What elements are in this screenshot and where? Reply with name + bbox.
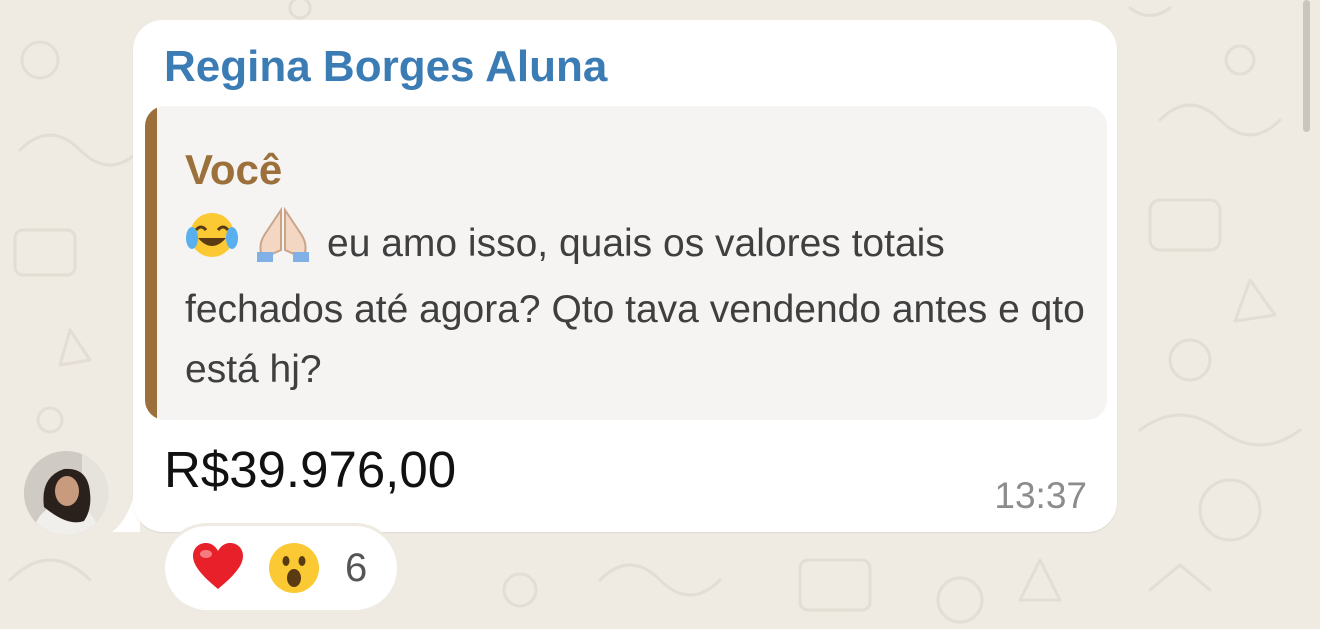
sender-avatar[interactable] [24, 451, 108, 535]
face-with-open-mouth-icon [267, 541, 321, 600]
message-bubble[interactable]: Regina Borges Aluna Você eu amo isso, qu… [133, 20, 1117, 532]
sender-name[interactable]: Regina Borges Aluna [164, 42, 607, 92]
face-with-tears-of-joy-icon [185, 208, 239, 280]
quoted-text: eu amo isso, quais os valores totais fec… [185, 222, 1085, 391]
folded-hands-icon [253, 206, 313, 280]
message-text[interactable]: R$39.976,00 [164, 440, 456, 499]
message-timestamp: 13:37 [994, 475, 1087, 516]
profile-photo-icon [24, 451, 108, 535]
quoted-text-block: eu amo isso, quais os valores totais fec… [185, 206, 1085, 400]
quoted-message[interactable]: Você eu amo isso, quais os valores totai… [145, 106, 1107, 420]
reactions-bar[interactable]: 6 [165, 526, 397, 610]
quote-accent-bar [145, 106, 157, 420]
quoted-author: Você [185, 146, 283, 193]
red-heart-icon [191, 541, 245, 598]
scrollbar[interactable] [1303, 0, 1310, 132]
reaction-count: 6 [345, 546, 368, 590]
